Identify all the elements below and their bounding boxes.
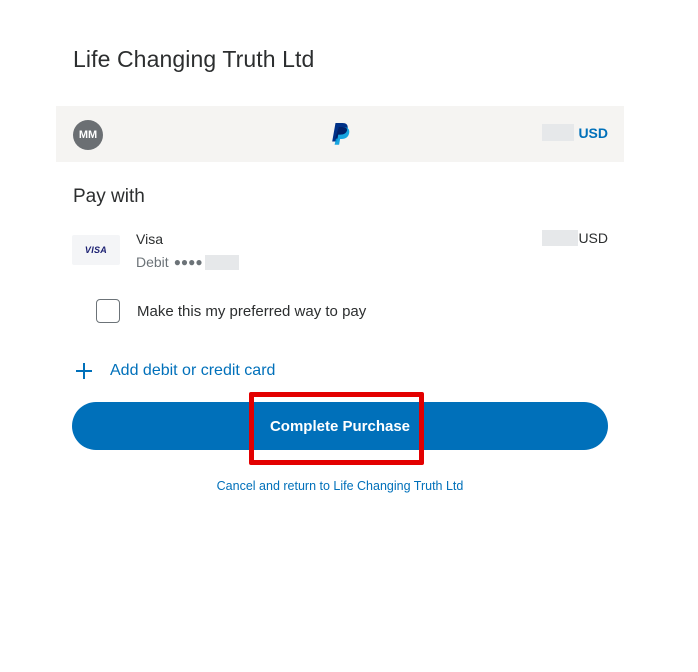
preferred-payment-option[interactable]: Make this my preferred way to pay xyxy=(96,299,366,323)
add-card-link[interactable]: Add debit or credit card xyxy=(74,361,275,381)
card-details: Debit ●●●● xyxy=(136,254,239,270)
complete-purchase-button[interactable]: Complete Purchase xyxy=(72,402,608,450)
user-avatar[interactable]: MM xyxy=(73,120,103,150)
payment-method-visa[interactable]: VISA Visa Debit ●●●● USD xyxy=(72,228,608,276)
paypal-logo-icon xyxy=(332,123,350,145)
card-amount-currency: USD xyxy=(578,230,608,246)
cancel-return-link[interactable]: Cancel and return to Life Changing Truth… xyxy=(0,479,698,493)
visa-logo-text: VISA xyxy=(84,245,108,255)
card-brand: Visa xyxy=(136,231,163,247)
amount-currency: USD xyxy=(578,124,608,141)
preferred-checkbox[interactable] xyxy=(96,299,120,323)
card-type: Debit xyxy=(136,254,169,270)
merchant-title: Life Changing Truth Ltd xyxy=(73,46,315,72)
plus-icon xyxy=(74,361,94,381)
order-amount[interactable]: USD xyxy=(542,124,608,141)
card-masked-dots: ●●●● xyxy=(173,255,203,269)
add-card-label[interactable]: Add debit or credit card xyxy=(110,362,275,380)
pay-with-heading: Pay with xyxy=(73,186,145,207)
card-amount: USD xyxy=(542,230,608,246)
visa-card-icon: VISA xyxy=(72,235,120,265)
cancel-return-label[interactable]: Cancel and return to Life Changing Truth… xyxy=(217,479,464,493)
preferred-label[interactable]: Make this my preferred way to pay xyxy=(137,303,366,320)
redacted-amount xyxy=(542,124,575,141)
redacted-card-amount xyxy=(542,230,579,246)
order-summary-bar: MM USD xyxy=(56,106,624,162)
redacted-card-number xyxy=(204,254,239,270)
